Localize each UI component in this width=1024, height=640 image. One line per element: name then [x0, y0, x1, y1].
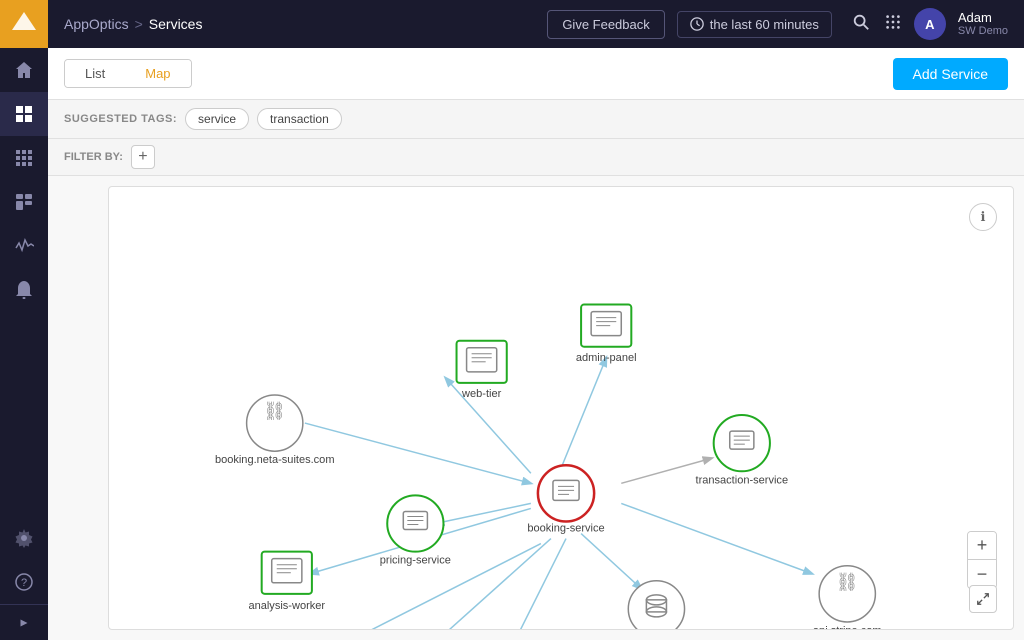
node-label-web-tier: web-tier — [461, 388, 502, 400]
sidebar-expand-btn[interactable] — [0, 604, 48, 640]
sidebar-item-settings[interactable] — [0, 516, 48, 560]
node-label-pricing-service: pricing-service — [380, 555, 451, 567]
map-view-button[interactable]: Map — [125, 60, 190, 87]
filter-by-label: FILTER BY: — [64, 151, 123, 163]
apps-grid-icon[interactable] — [884, 13, 902, 36]
zoom-out-button[interactable]: − — [968, 560, 996, 588]
add-service-button[interactable]: Add Service — [893, 58, 1008, 90]
expand-button[interactable] — [969, 585, 997, 613]
main-content: AppOptics > Services Give Feedback the l… — [48, 0, 1024, 640]
tag-service[interactable]: service — [185, 108, 249, 130]
service-graph[interactable]: booking-service web-tier admin-panel — [109, 187, 1013, 629]
add-filter-button[interactable]: + — [131, 145, 155, 169]
user-info: Adam SW Demo — [958, 10, 1008, 39]
sidebar: ? — [0, 0, 48, 640]
sidebar-item-home[interactable] — [0, 48, 48, 92]
map-area: booking-service web-tier admin-panel — [48, 176, 1024, 640]
view-toggle: List Map — [64, 59, 192, 88]
top-navigation: AppOptics > Services Give Feedback the l… — [48, 0, 1024, 48]
topnav-icons — [852, 13, 902, 36]
sidebar-item-help[interactable]: ? — [0, 560, 48, 604]
feedback-button[interactable]: Give Feedback — [547, 10, 664, 39]
topnav-center: Give Feedback the last 60 minutes A Adam… — [547, 8, 1008, 40]
map-canvas: booking-service web-tier admin-panel — [108, 186, 1014, 630]
app-logo[interactable] — [0, 0, 48, 48]
zoom-in-button[interactable]: + — [968, 532, 996, 560]
link-icon-booking-neta: ⛓ — [263, 401, 286, 421]
node-label-booking-neta: booking.neta-suites.com — [215, 454, 335, 466]
sidebar-item-alerts[interactable] — [0, 268, 48, 312]
info-button[interactable]: ℹ — [969, 203, 997, 231]
node-label-analysis-worker: analysis-worker — [248, 600, 325, 612]
sidebar-item-widgets[interactable] — [0, 180, 48, 224]
breadcrumb: AppOptics > Services — [64, 16, 202, 32]
breadcrumb-app[interactable]: AppOptics — [64, 16, 129, 32]
list-view-button[interactable]: List — [65, 60, 125, 87]
time-range-label: the last 60 minutes — [710, 17, 819, 32]
clock-icon — [690, 17, 704, 31]
user-avatar[interactable]: A — [914, 8, 946, 40]
sidebar-item-grid[interactable] — [0, 136, 48, 180]
svg-text:?: ? — [21, 577, 27, 589]
node-label-admin-panel: admin-panel — [576, 352, 637, 364]
filter-bar: FILTER BY: + — [48, 139, 1024, 176]
sidebar-item-services[interactable] — [0, 92, 48, 136]
breadcrumb-separator: > — [135, 16, 143, 32]
user-name: Adam — [958, 10, 1008, 26]
link-icon-api-stripe: ⛓ — [836, 572, 859, 592]
zoom-controls: + − — [967, 531, 997, 589]
node-label-booking-service: booking-service — [527, 523, 604, 535]
suggested-tags-bar: SUGGESTED TAGS: service transaction — [48, 100, 1024, 139]
node-label-transaction-service: transaction-service — [696, 474, 789, 486]
sidebar-item-activity[interactable] — [0, 224, 48, 268]
time-range-picker[interactable]: the last 60 minutes — [677, 11, 832, 38]
view-toolbar: List Map Add Service — [48, 48, 1024, 100]
search-icon[interactable] — [852, 13, 870, 36]
suggested-tags-label: SUGGESTED TAGS: — [64, 113, 177, 125]
tag-transaction[interactable]: transaction — [257, 108, 342, 130]
node-label-api-stripe: api.stripe.com — [813, 625, 882, 629]
breadcrumb-current: Services — [149, 16, 203, 32]
user-role: SW Demo — [958, 25, 1008, 38]
